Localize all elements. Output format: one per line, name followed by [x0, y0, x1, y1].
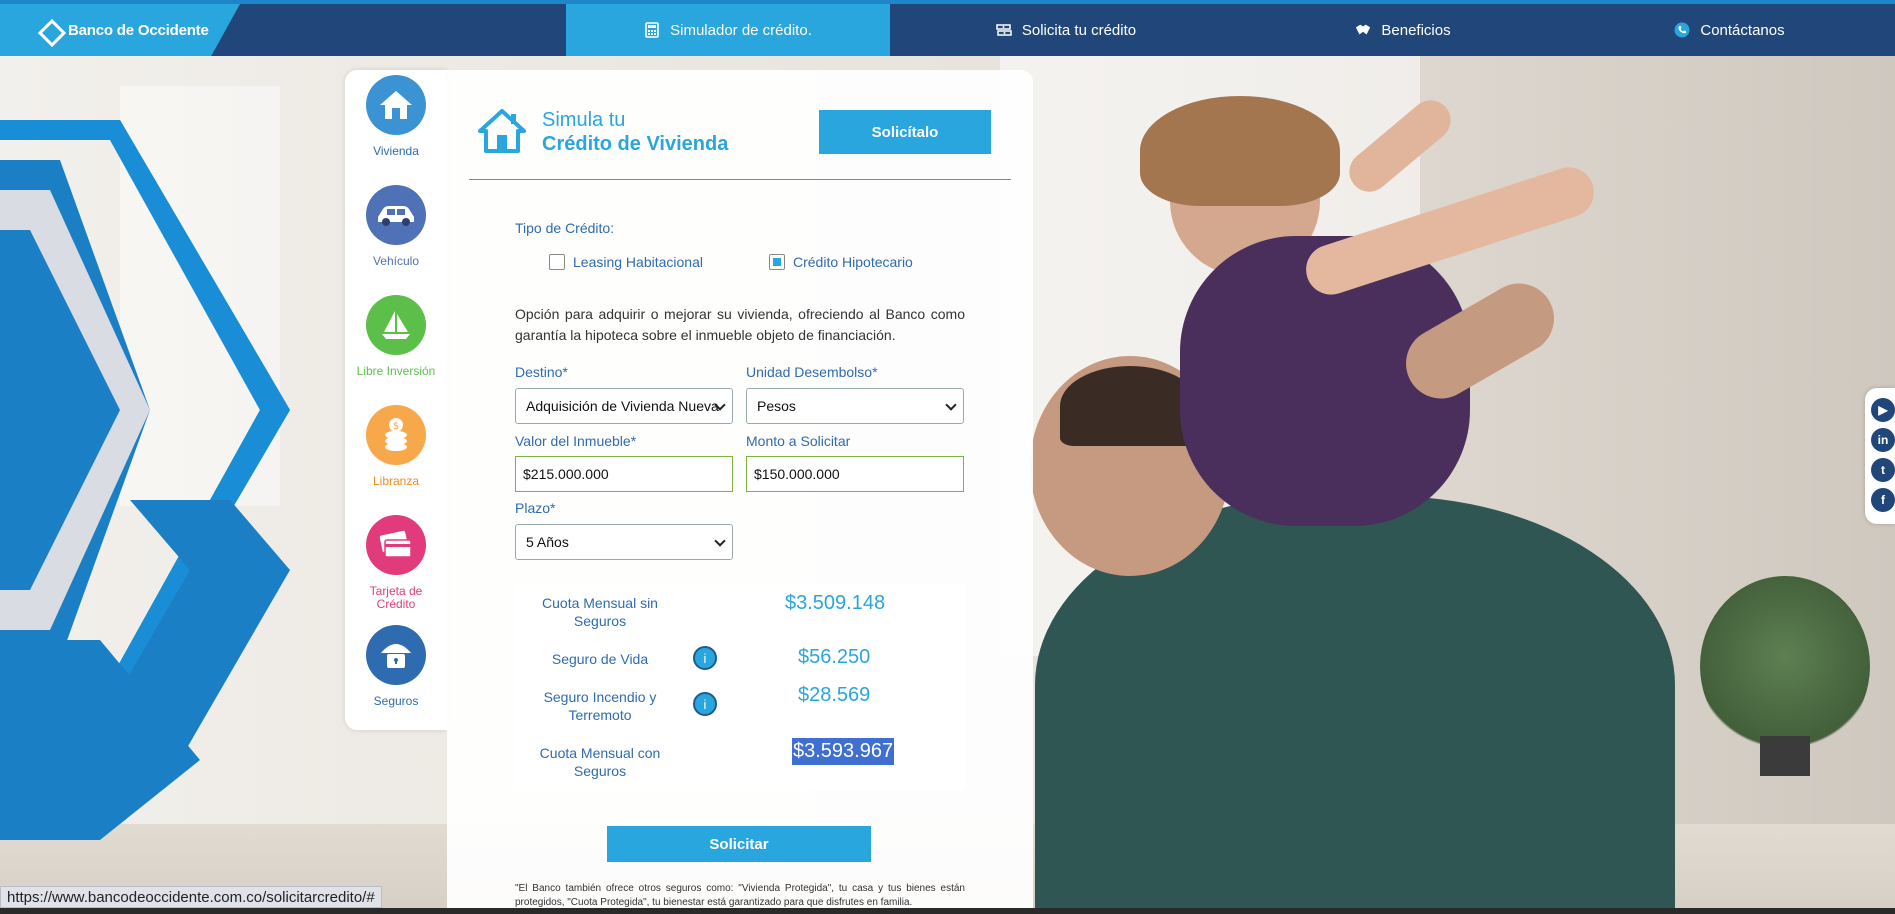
sailboat-icon — [366, 295, 426, 355]
sidebar-label-seguros: Seguros — [373, 694, 419, 708]
plazo-label: Plazo* — [515, 500, 556, 516]
unidad-value: Pesos — [757, 398, 796, 414]
twitter-icon[interactable]: t — [1871, 458, 1895, 482]
option-credito-hipotecario[interactable]: Crédito Hipotecario — [769, 254, 913, 270]
brand-name: Banco de Occidente — [68, 21, 209, 39]
nav-beneficios[interactable]: Beneficios — [1242, 4, 1564, 56]
credit-description: Opción para adquirir o mejorar su vivien… — [515, 306, 965, 343]
house-icon — [366, 75, 426, 135]
handshake-icon — [1355, 22, 1371, 38]
bottom-strip — [0, 908, 1895, 914]
phone-icon — [1674, 22, 1690, 38]
status-url: https://www.bancodeoccidente.com.co/soli… — [0, 886, 382, 908]
info-icon[interactable]: i — [693, 692, 717, 716]
youtube-icon[interactable]: ▶ — [1871, 398, 1895, 422]
nav-contactanos[interactable]: Contáctanos — [1564, 4, 1895, 56]
monto-input[interactable]: $150.000.000 — [746, 456, 964, 492]
title-line2: Crédito de Vivienda — [542, 133, 729, 155]
nav-simulador[interactable]: Simulador de crédito. — [566, 4, 890, 56]
credit-type-label: Tipo de Crédito: — [515, 220, 615, 236]
facebook-icon[interactable]: f — [1871, 488, 1895, 512]
sidebar-label-libranza: Libranza — [372, 474, 420, 488]
simulator-panel: Simula tu Crédito de Vivienda Solicítalo… — [447, 70, 1033, 914]
nav-simulador-label: Simulador de crédito. — [670, 21, 812, 39]
sidebar-item-seguros[interactable]: Seguros — [345, 625, 447, 708]
calculator-icon — [644, 22, 660, 38]
sidebar-item-vivienda[interactable]: Vivienda — [345, 75, 447, 158]
page-title: Simula tu Crédito de Vivienda — [542, 108, 728, 156]
house-outline-icon — [477, 108, 527, 159]
result-label-seguro-vida: Seguro de Vida — [551, 651, 649, 667]
hipotecario-label: Crédito Hipotecario — [793, 254, 913, 270]
destino-select[interactable]: Adquisición de Vivienda Nueva — [515, 388, 733, 424]
sidebar-label-libre-inversion: Libre Inversión — [356, 364, 436, 378]
option-leasing-habitacional[interactable]: Leasing Habitacional — [549, 254, 703, 270]
sidebar-item-vehiculo[interactable]: Vehículo — [345, 185, 447, 268]
credit-card-icon — [366, 515, 426, 575]
sidebar-label-vehiculo: Vehículo — [372, 254, 420, 268]
result-value-con-seguros: $3.593.967 — [792, 738, 895, 765]
brand-diamond-icon — [38, 19, 60, 41]
sidebar-item-libre-inversion[interactable]: Libre Inversión — [345, 295, 447, 378]
monto-label: Monto a Solicitar — [746, 433, 851, 449]
results-table: Cuota Mensual sin Seguros $3.509.148 Seg… — [515, 584, 965, 790]
monto-value: $150.000.000 — [754, 466, 840, 482]
result-label-sin-seguros: Cuota Mensual sin Seguros — [542, 595, 658, 629]
title-line1: Simula tu — [542, 109, 626, 131]
brand-logo[interactable]: Banco de Occidente — [0, 4, 240, 56]
nav-beneficios-label: Beneficios — [1381, 21, 1451, 39]
svg-text:$: $ — [393, 421, 399, 432]
product-sidebar: Vivienda Vehículo Libre Inversión $ Libr… — [345, 70, 447, 730]
chevron-down-icon — [945, 399, 957, 411]
chevron-down-icon — [714, 535, 726, 547]
leasing-label: Leasing Habitacional — [573, 254, 703, 270]
valor-value: $215.000.000 — [523, 466, 609, 482]
unidad-label: Unidad Desembolso* — [746, 364, 878, 380]
result-label-seguro-incendio: Seguro Incendio y Terremoto — [543, 689, 657, 723]
solicitar-button[interactable]: Solicitar — [607, 826, 871, 862]
leasing-checkbox[interactable] — [549, 254, 565, 270]
sidebar-item-tarjeta-credito[interactable]: Tarjeta de Crédito — [345, 515, 447, 611]
nav-solicita-label: Solicita tu crédito — [1021, 21, 1137, 39]
insurance-disclaimer: "El Banco también ofrece otros seguros c… — [515, 883, 965, 908]
unidad-select[interactable]: Pesos — [746, 388, 964, 424]
sidebar-item-libranza[interactable]: $ Libranza — [345, 405, 447, 488]
valor-label: Valor del Inmueble* — [515, 433, 637, 449]
solicitalo-button[interactable]: Solicítalo — [819, 110, 991, 154]
nav-solicita[interactable]: Solicita tu crédito — [890, 4, 1242, 56]
money-icon — [996, 22, 1012, 38]
coins-icon: $ — [366, 405, 426, 465]
result-value-seguro-vida: $56.250 — [798, 646, 871, 668]
umbrella-lock-icon — [366, 625, 426, 685]
destino-value: Adquisición de Vivienda Nueva — [526, 398, 719, 414]
nav-contactanos-label: Contáctanos — [1700, 21, 1785, 39]
social-links: ▶ in t f — [1865, 388, 1895, 524]
header-divider — [469, 179, 1011, 180]
decorative-chevrons — [0, 120, 290, 840]
top-navigation-bar: Banco de Occidente Simulador de crédito.… — [0, 0, 1895, 56]
result-label-con-seguros: Cuota Mensual con Seguros — [539, 745, 661, 779]
plazo-value: 5 Años — [526, 534, 569, 550]
plazo-select[interactable]: 5 Años — [515, 524, 733, 560]
linkedin-icon[interactable]: in — [1871, 428, 1895, 452]
sidebar-label-tarjeta-credito: Tarjeta de Crédito — [369, 584, 423, 611]
result-value-seguro-incendio: $28.569 — [798, 684, 871, 706]
info-icon[interactable]: i — [693, 646, 717, 670]
result-value-sin-seguros: $3.509.148 — [785, 592, 886, 614]
car-icon — [366, 185, 426, 245]
hipotecario-checkbox[interactable] — [769, 254, 785, 270]
sidebar-label-vivienda: Vivienda — [373, 144, 419, 158]
main-nav: Simulador de crédito. Solicita tu crédit… — [566, 4, 1895, 56]
destino-label: Destino* — [515, 364, 568, 380]
valor-inmueble-input[interactable]: $215.000.000 — [515, 456, 733, 492]
